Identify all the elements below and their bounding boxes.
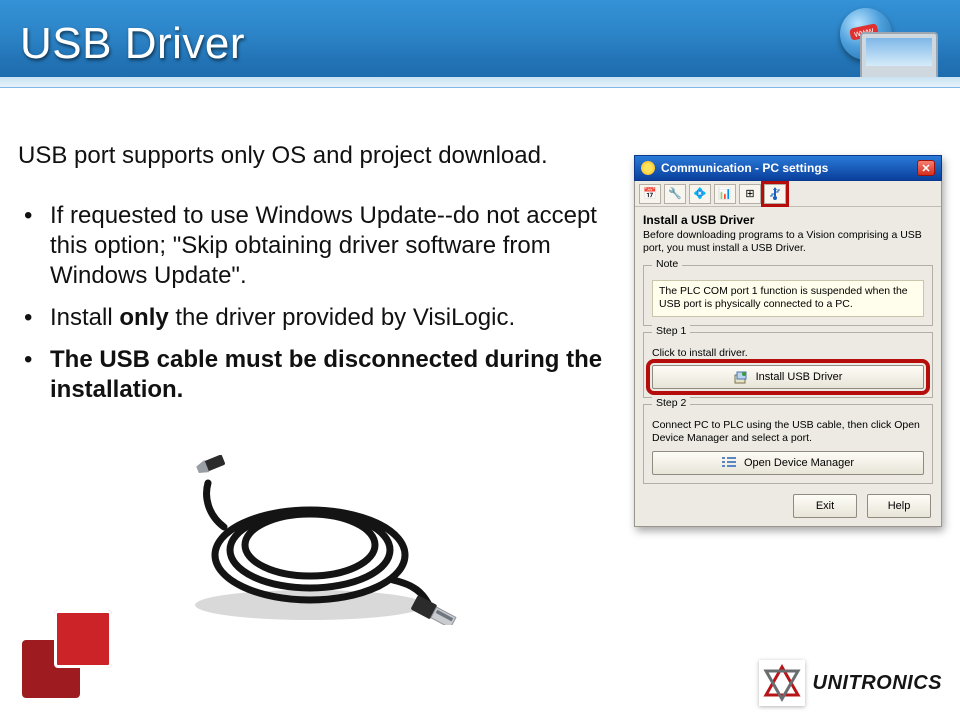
square-icon	[22, 640, 80, 698]
install-heading: Install a USB Driver	[635, 207, 941, 229]
toolbar-btn-4[interactable]: 📊	[714, 184, 736, 204]
install-btn-label: Install USB Driver	[756, 371, 843, 383]
dialog-toolbar: 📅 🔧 💠 📊 ⊞	[635, 181, 941, 207]
toolbar-btn-1[interactable]: 📅	[639, 184, 661, 204]
install-usb-driver-button[interactable]: Install USB Driver	[652, 365, 924, 389]
exit-button[interactable]: Exit	[793, 494, 857, 518]
dialog-title-text: Communication - PC settings	[661, 161, 828, 175]
exit-label: Exit	[816, 500, 834, 512]
header-decoration	[812, 6, 942, 82]
step1-text: Click to install driver.	[652, 347, 924, 359]
step2-text: Connect PC to PLC using the USB cable, t…	[652, 419, 924, 445]
pc-settings-dialog: Communication - PC settings ✕ 📅 🔧 💠 📊 ⊞ …	[634, 155, 942, 527]
bullet-list: If requested to use Windows Update--do n…	[18, 201, 618, 405]
slide-body: USB port supports only OS and project do…	[18, 140, 618, 417]
toolbar-btn-5[interactable]: ⊞	[739, 184, 761, 204]
corner-squares-decoration	[14, 606, 134, 706]
open-device-manager-button[interactable]: Open Device Manager	[652, 451, 924, 475]
bullet-3: The USB cable must be disconnected durin…	[18, 345, 618, 405]
brand-mark-icon	[759, 660, 805, 706]
brand-name: UNITRONICS	[813, 672, 942, 695]
note-legend: Note	[652, 258, 682, 270]
dialog-titlebar: Communication - PC settings ✕	[634, 155, 942, 181]
close-button[interactable]: ✕	[917, 160, 935, 176]
step1-legend: Step 1	[652, 325, 690, 337]
toolbar-btn-3[interactable]: 💠	[689, 184, 711, 204]
bullet-2: Install only the driver provided by Visi…	[18, 303, 618, 333]
note-group: Note The PLC COM port 1 function is susp…	[643, 265, 933, 325]
note-text: The PLC COM port 1 function is suspended…	[652, 280, 924, 316]
bullet-3-bold: The USB cable must be disconnected durin…	[50, 346, 602, 403]
toolbar-btn-usb[interactable]	[764, 184, 786, 204]
bullet-2-post: the driver provided by VisiLogic.	[169, 304, 515, 331]
list-icon	[722, 456, 736, 470]
bullet-2-bold: only	[119, 304, 168, 331]
installer-icon	[734, 370, 748, 384]
open-devmgr-label: Open Device Manager	[744, 457, 854, 469]
globe-icon	[840, 8, 892, 60]
toolbar-btn-2[interactable]: 🔧	[664, 184, 686, 204]
help-label: Help	[888, 500, 911, 512]
usb-cable-image	[160, 455, 460, 625]
bullet-1: If requested to use Windows Update--do n…	[18, 201, 618, 291]
brand-logo: UNITRONICS	[759, 660, 942, 706]
step1-group: Step 1 Click to install driver. Install …	[643, 332, 933, 398]
bullet-2-pre: Install	[50, 304, 119, 331]
slide-title: USB Driver	[20, 19, 245, 69]
sun-icon	[641, 161, 655, 175]
dialog-body: 📅 🔧 💠 📊 ⊞ Install a USB Driver Before do…	[634, 181, 942, 527]
step2-legend: Step 2	[652, 397, 690, 409]
intro-text: USB port supports only OS and project do…	[18, 140, 618, 171]
install-desc: Before downloading programs to a Vision …	[635, 229, 941, 261]
help-button[interactable]: Help	[867, 494, 931, 518]
step2-group: Step 2 Connect PC to PLC using the USB c…	[643, 404, 933, 484]
square-icon	[54, 610, 112, 668]
usb-icon	[769, 187, 781, 201]
slide-header: USB Driver	[0, 0, 960, 88]
dialog-footer: Exit Help	[635, 490, 941, 520]
bullet-1-text: If requested to use Windows Update--do n…	[50, 202, 597, 289]
laptop-icon	[860, 32, 938, 80]
